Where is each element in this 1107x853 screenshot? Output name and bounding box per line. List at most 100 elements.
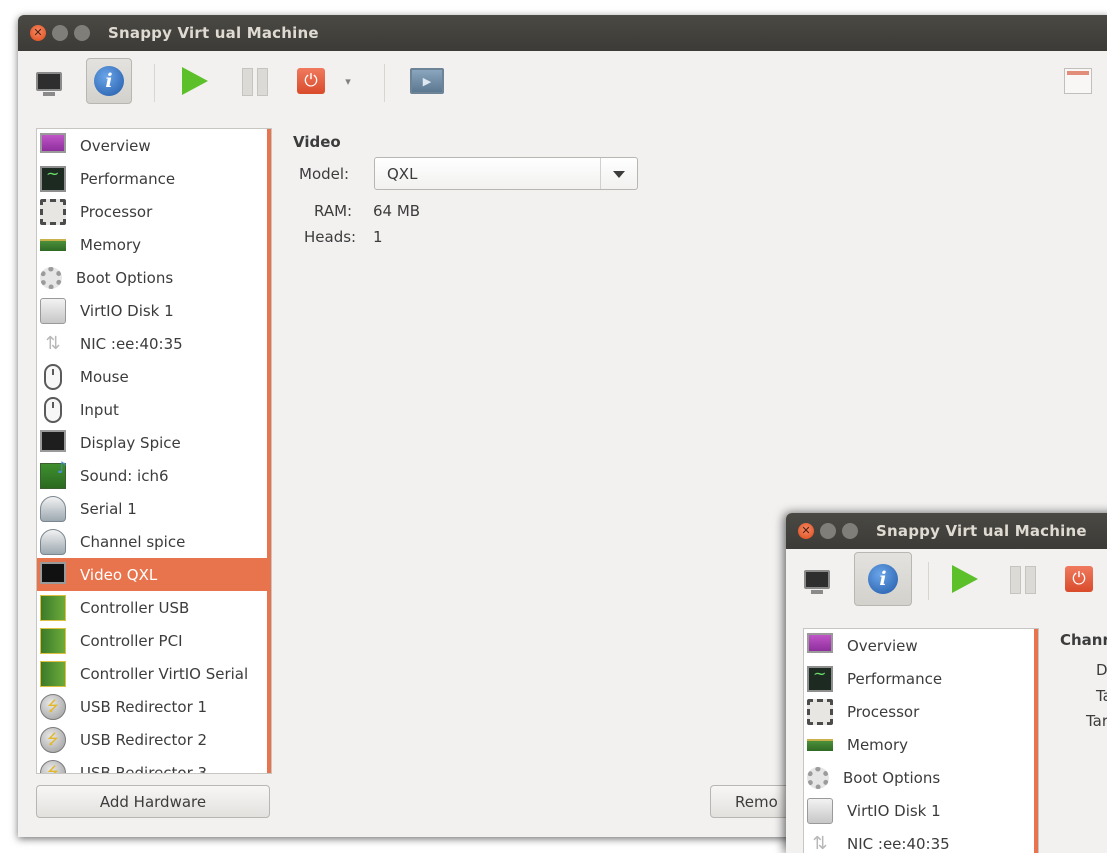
play-icon [182,67,208,95]
pause-icon [1010,566,1036,592]
nic-icon: ⇅ [40,331,66,357]
hardware-item-usb-redirector-2[interactable]: ⭍ USB Redirector 2 [37,723,271,756]
minimize-window-icon[interactable] [52,25,68,41]
usb-icon: ⭍ [40,727,66,753]
model-value: QXL [387,165,417,183]
serial-icon [40,529,66,555]
minimize-window-icon[interactable] [820,523,836,539]
sound-icon [40,463,66,489]
run-button[interactable] [942,556,988,602]
disk-icon [40,298,66,324]
hardware-item-boot-options[interactable]: Boot Options [37,261,271,294]
hardware-item-usb-redirector-1[interactable]: ⭍USB Redirector 1 [37,690,271,723]
hardware-item-memory[interactable]: Memory [37,228,271,261]
hardware-item-serial-1[interactable]: Serial 1 [37,492,271,525]
run-button[interactable] [172,58,218,104]
heads-label: Heads: [304,228,356,246]
details-button[interactable]: i [854,552,912,606]
pause-button[interactable] [1000,556,1046,602]
boot-icon [40,267,62,289]
hardware-item-memory[interactable]: Memory [804,728,1038,761]
ram-value: 64 MB [373,202,420,220]
hardware-item-label: Display Spice [80,434,181,452]
hardware-item-overview[interactable]: Overview [804,629,1038,662]
hardware-item-virtio-disk-1[interactable]: VirtIO Disk 1 [804,794,1038,827]
add-hardware-button[interactable]: Add Hardware [36,785,270,818]
toolbar-separator [154,64,155,102]
hardware-item-usb-redirector-3[interactable]: ⭍USB Redirector 3 [37,756,271,774]
mouse-icon [44,364,62,390]
serial-icon [40,496,66,522]
hardware-item-label: Processor [847,703,919,721]
window-title: Snappy Virt ual Machine [108,24,319,42]
model-label: Model: [299,165,349,183]
hardware-item-label: VirtIO Disk 1 [80,302,174,320]
maximize-window-icon[interactable] [842,523,858,539]
hardware-item-nic-ee-40-35[interactable]: ⇅NIC :ee:40:35 [37,327,271,360]
console-button[interactable] [794,556,840,602]
hardware-item-controller-usb[interactable]: Controller USB [37,591,271,624]
hardware-item-label: Controller USB [80,599,189,617]
detail-pane: Video [293,133,341,151]
hardware-item-label: USB Redirector 2 [80,731,207,749]
boot-icon [807,767,829,789]
processor-icon [807,699,833,725]
toolbar-separator [384,64,385,102]
hardware-item-processor[interactable]: Processor [37,195,271,228]
power-icon: ⏻ [297,68,325,94]
close-window-icon[interactable]: ✕ [30,25,46,41]
hardware-item-label: Video QXL [80,566,157,584]
hardware-item-overview[interactable]: Overview [37,129,271,162]
screenshot-button[interactable]: ▶ [404,58,450,104]
hardware-item-label: Input [80,401,119,419]
title-bar[interactable]: ✕ Snappy Virt ual Machine [18,15,1107,51]
mouse-icon [44,397,62,423]
hardware-item-sound-ich6[interactable]: Sound: ich6 [37,459,271,492]
hardware-item-controller-pci[interactable]: Controller PCI [37,624,271,657]
hardware-item-label: Channel spice [80,533,185,551]
overview-icon [40,133,66,153]
hardware-item-processor[interactable]: Processor [804,695,1038,728]
ram-label: RAM: [314,202,352,220]
hardware-item-label: Memory [80,236,141,254]
shutdown-menu-button[interactable]: ▾ [336,58,360,104]
chevron-down-icon: ▾ [345,75,351,88]
hardware-item-virtio-disk-1[interactable]: VirtIO Disk 1 [37,294,271,327]
close-window-icon[interactable]: ✕ [798,523,814,539]
info-icon: i [868,564,898,594]
hardware-item-nic-ee-40-35[interactable]: ⇅NIC :ee:40:35 [804,827,1038,853]
hardware-item-label: Performance [847,670,942,688]
nic-icon: ⇅ [807,831,833,853]
console-button[interactable] [26,58,72,104]
shutdown-button[interactable]: ⏻ [1056,556,1102,602]
vm-details-window-2: ✕ Snappy Virt ual Machine i ⏻ Overview Pe… [786,513,1107,853]
title-bar[interactable]: ✕ Snappy Virt ual Machine [786,513,1107,549]
hardware-item-input[interactable]: Input [37,393,271,426]
hardware-item-label: Sound: ich6 [80,467,169,485]
shutdown-button[interactable]: ⏻ [288,58,334,104]
hardware-list[interactable]: Overview Performance Processor MemoryBoot O… [803,628,1039,853]
hardware-item-label: Controller PCI [80,632,183,650]
fullscreen-button[interactable] [1055,58,1101,104]
hardware-item-label: Overview [847,637,918,655]
hardware-item-performance[interactable]: Performance [804,662,1038,695]
details-button[interactable]: i [86,58,132,104]
hardware-item-video-qxl[interactable]: Video QXL [37,558,271,591]
hardware-item-display-spice[interactable]: Display Spice [37,426,271,459]
console-screen-icon: ▶ [410,68,444,94]
hardware-item-mouse[interactable]: Mouse [37,360,271,393]
model-select[interactable]: QXL [374,157,638,190]
maximize-window-icon[interactable] [74,25,90,41]
combo-divider [600,158,601,189]
pause-button[interactable] [232,58,278,104]
hardware-list[interactable]: OverviewPerformanceProcessor Memory Boot O… [36,128,272,774]
detail-label-2: Tar [1096,687,1107,705]
hardware-item-boot-options[interactable]: Boot Options [804,761,1038,794]
hardware-item-performance[interactable]: Performance [37,162,271,195]
controller-icon [40,595,66,621]
hardware-item-channel-spice[interactable]: Channel spice [37,525,271,558]
power-icon: ⏻ [1065,566,1093,592]
hardware-item-controller-virtio-serial[interactable]: Controller VirtIO Serial [37,657,271,690]
disk-icon [807,798,833,824]
overview-icon [807,633,833,653]
